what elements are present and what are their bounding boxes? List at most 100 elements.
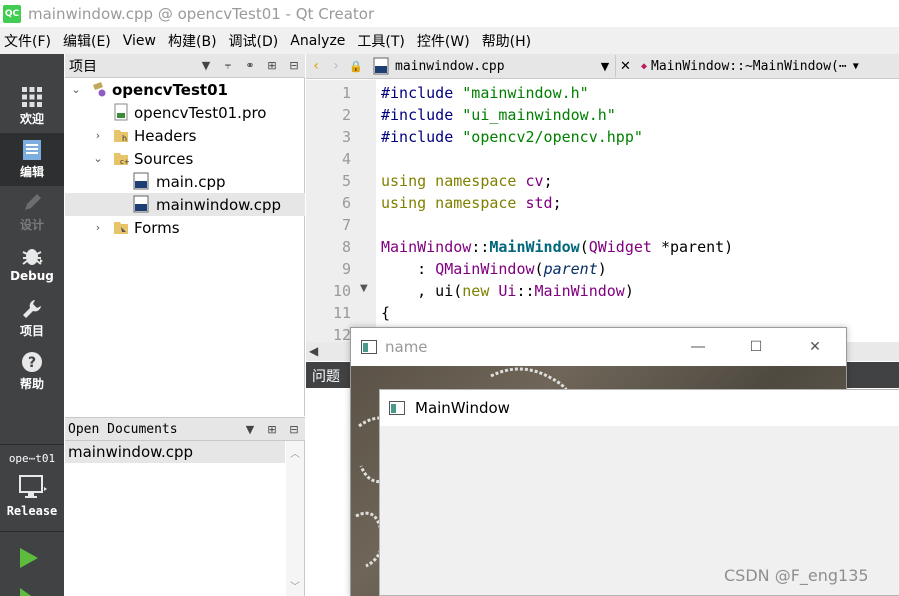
split-icon[interactable]: ⊞ bbox=[261, 55, 283, 77]
dropdown-arrow-icon[interactable]: ▼ bbox=[195, 55, 217, 77]
window-title-bar[interactable]: MainWindow bbox=[380, 390, 899, 426]
line-number: 1 bbox=[341, 84, 351, 102]
cpp-file-icon bbox=[133, 195, 149, 213]
mode-label: 设计 bbox=[19, 218, 44, 232]
menu-view[interactable]: View bbox=[119, 33, 164, 49]
filter-icon[interactable]: ⫧ bbox=[217, 55, 239, 77]
tree-item-pro-file[interactable]: opencvTest01.pro bbox=[65, 101, 305, 124]
mode-help[interactable]: ? 帮助 bbox=[0, 345, 64, 398]
grid-icon bbox=[22, 87, 42, 107]
vertical-scrollbar[interactable]: ︿ ﹀ bbox=[286, 441, 304, 596]
fold-arrow-icon[interactable]: ▼ bbox=[360, 283, 368, 294]
line-number: 4 bbox=[341, 150, 351, 168]
menu-help[interactable]: 帮助(H) bbox=[478, 31, 539, 51]
tree-item-label: Sources bbox=[134, 149, 194, 168]
svg-text:c+: c+ bbox=[120, 158, 129, 166]
lock-icon: 🔒 bbox=[349, 59, 363, 73]
line-number: 9 bbox=[341, 260, 351, 278]
line-number: 2 bbox=[341, 106, 351, 124]
tree-item-headers[interactable]: › h Headers bbox=[65, 124, 305, 147]
window-title: name bbox=[385, 338, 428, 356]
mode-label: 编辑 bbox=[19, 165, 44, 179]
mode-separator bbox=[0, 444, 64, 445]
code-editor[interactable]: #include "mainwindow.h" #include "ui_mai… bbox=[376, 80, 899, 342]
tree-item-forms[interactable]: › Forms bbox=[65, 216, 305, 239]
maximize-icon[interactable]: ☐ bbox=[741, 336, 771, 358]
code-line: MainWindow::MainWindow(QWidget *parent) bbox=[381, 238, 734, 256]
code-line: #include "mainwindow.h" bbox=[381, 84, 589, 102]
dropdown-arrow-icon: ▼ bbox=[852, 60, 859, 72]
line-number: 6 bbox=[341, 194, 351, 212]
target-project-label[interactable]: ope⋯t01 bbox=[0, 452, 64, 465]
tree-item-main-cpp[interactable]: main.cpp bbox=[65, 170, 305, 193]
chevron-right-icon[interactable]: › bbox=[91, 220, 105, 234]
svg-text:h: h bbox=[122, 134, 127, 143]
scroll-up-icon[interactable]: ︿ bbox=[286, 444, 304, 460]
tree-item-sources[interactable]: ⌄ c+ Sources bbox=[65, 147, 305, 170]
menu-edit[interactable]: 编辑(E) bbox=[59, 31, 119, 51]
mode-design[interactable]: 设计 bbox=[0, 186, 64, 239]
open-documents-title[interactable]: Open Documents bbox=[68, 422, 239, 437]
window-title-bar[interactable]: name ― ☐ ✕ bbox=[351, 328, 846, 366]
code-line: { bbox=[381, 304, 391, 322]
back-arrow-icon[interactable]: ‹ bbox=[306, 55, 326, 77]
menu-build[interactable]: 构建(B) bbox=[164, 31, 225, 51]
projects-panel-title[interactable]: 项目 bbox=[69, 56, 195, 76]
menu-analyze[interactable]: Analyze bbox=[286, 33, 353, 49]
main-window[interactable]: MainWindow bbox=[379, 389, 899, 596]
tree-item-mainwindow-cpp[interactable]: mainwindow.cpp bbox=[65, 193, 305, 216]
cpp-file-icon bbox=[373, 57, 389, 75]
issues-tab[interactable]: 问题 bbox=[312, 366, 340, 386]
menu-widgets[interactable]: 控件(W) bbox=[413, 31, 478, 51]
scroll-down-icon[interactable]: ﹀ bbox=[286, 577, 304, 593]
chevron-down-icon[interactable]: ⌄ bbox=[69, 82, 83, 96]
close-document-icon[interactable]: ✕ bbox=[615, 55, 635, 77]
window-app-icon bbox=[361, 340, 377, 354]
function-selector[interactable]: ◆ MainWindow::~MainWindow(⋯ ▼ bbox=[641, 59, 859, 74]
bug-icon bbox=[22, 249, 43, 265]
tree-item-label: Forms bbox=[134, 218, 180, 237]
code-line: : QMainWindow(parent) bbox=[381, 260, 607, 278]
line-number: 5 bbox=[341, 172, 351, 190]
close-panel-icon[interactable]: ⊟ bbox=[283, 55, 305, 77]
scroll-left-icon[interactable]: ◀ bbox=[309, 344, 318, 358]
open-document-item[interactable]: mainwindow.cpp bbox=[65, 441, 285, 463]
code-line: #include "ui_mainwindow.h" bbox=[381, 106, 616, 124]
close-icon[interactable]: ✕ bbox=[800, 336, 830, 358]
dropdown-arrow-icon[interactable]: ▼ bbox=[595, 55, 615, 77]
projects-panel-header: 项目 ▼ ⫧ ⚭ ⊞ ⊟ bbox=[65, 54, 305, 78]
mode-welcome[interactable]: 欢迎 bbox=[0, 80, 64, 133]
debug-run-icon[interactable] bbox=[18, 586, 40, 596]
mode-debug[interactable]: Debug bbox=[0, 239, 64, 292]
tree-item-project[interactable]: ⌄ opencvTest01 bbox=[65, 78, 305, 101]
build-target-selector[interactable]: Release bbox=[0, 474, 64, 529]
line-number-gutter: 1 2 3 4 5 6 7 8 9 10 ▼ 11 12 bbox=[306, 80, 376, 344]
line-number: 3 bbox=[341, 128, 351, 146]
close-panel-icon[interactable]: ⊟ bbox=[283, 418, 305, 440]
line-number: 7 bbox=[341, 216, 351, 234]
minimize-icon[interactable]: ― bbox=[683, 336, 713, 358]
forward-arrow-icon[interactable]: › bbox=[326, 55, 346, 77]
mode-edit[interactable]: 编辑 bbox=[0, 133, 64, 186]
line-number: 8 bbox=[341, 238, 351, 256]
title-bar: QC mainwindow.cpp @ opencvTest01 - Qt Cr… bbox=[0, 0, 899, 27]
wrench-icon bbox=[23, 300, 41, 318]
run-icon[interactable] bbox=[18, 546, 40, 570]
window-app-icon bbox=[389, 401, 405, 415]
dropdown-arrow-icon[interactable]: ▼ bbox=[239, 418, 261, 440]
cpp-file-icon bbox=[133, 172, 149, 190]
menu-tools[interactable]: 工具(T) bbox=[353, 31, 412, 51]
open-documents-list: mainwindow.cpp ︿ ﹀ bbox=[65, 441, 305, 596]
function-label: MainWindow::~MainWindow(⋯ bbox=[651, 58, 847, 74]
monitor-icon bbox=[19, 475, 47, 498]
tree-item-label: opencvTest01 bbox=[112, 80, 228, 99]
chevron-right-icon[interactable]: › bbox=[91, 128, 105, 142]
tree-item-label: mainwindow.cpp bbox=[156, 195, 282, 214]
link-icon[interactable]: ⚭ bbox=[239, 55, 261, 77]
menu-debug[interactable]: 调试(D) bbox=[225, 31, 287, 51]
chevron-down-icon[interactable]: ⌄ bbox=[91, 151, 105, 165]
menu-file[interactable]: 文件(F) bbox=[0, 31, 59, 51]
mode-projects[interactable]: 项目 bbox=[0, 292, 64, 345]
current-document-name[interactable]: mainwindow.cpp bbox=[395, 59, 595, 74]
split-icon[interactable]: ⊞ bbox=[261, 418, 283, 440]
